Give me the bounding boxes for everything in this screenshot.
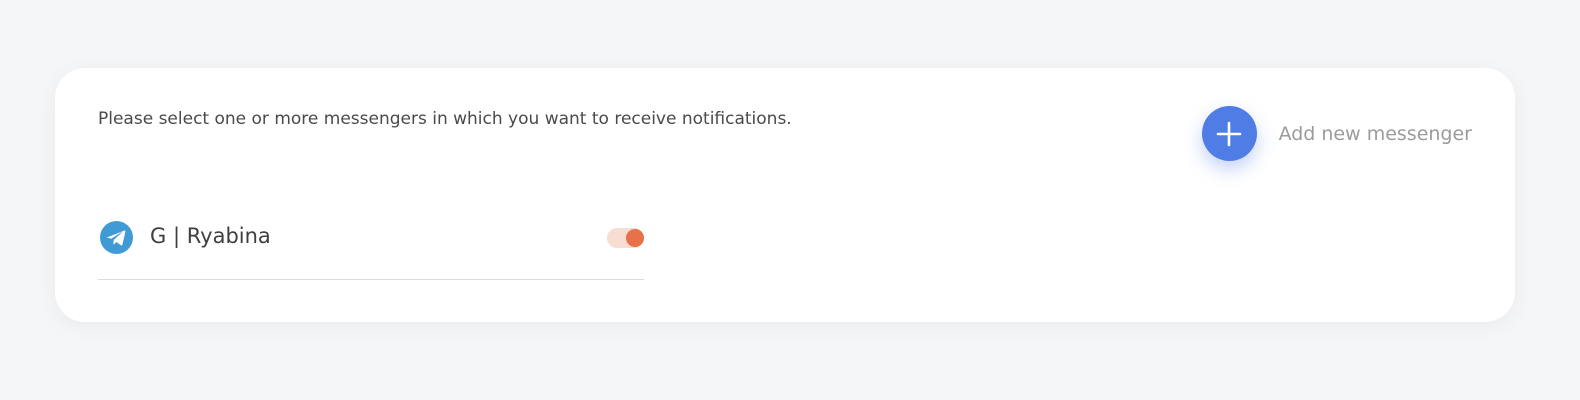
instruction-text: Please select one or more messengers in … (98, 109, 792, 129)
add-messenger-label[interactable]: Add new messenger (1279, 123, 1472, 145)
plus-icon (1216, 121, 1242, 146)
messenger-name: G | Ryabina (150, 224, 271, 248)
messenger-settings-card: Please select one or more messengers in … (55, 68, 1515, 322)
messenger-enabled-toggle[interactable] (607, 228, 644, 248)
toggle-knob (626, 229, 644, 247)
add-messenger-action[interactable]: Add new messenger (1201, 106, 1472, 161)
messenger-row: G | Ryabina (98, 218, 644, 280)
telegram-icon (100, 221, 133, 254)
page: Please select one or more messengers in … (0, 0, 1580, 400)
add-messenger-button[interactable] (1201, 106, 1257, 161)
